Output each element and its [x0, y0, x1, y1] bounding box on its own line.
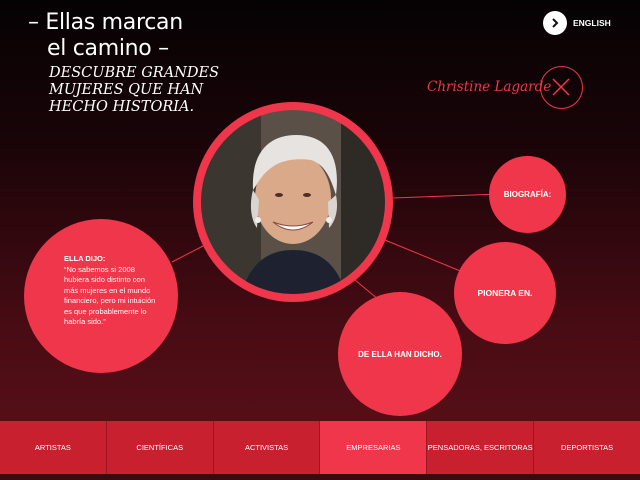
portrait-ring [193, 102, 393, 302]
pioneer-bubble[interactable]: PIONERA EN. [454, 242, 556, 344]
bottom-strip [0, 474, 640, 480]
category-nav: ARTISTAS CIENTÍFICAS ACTIVISTAS EMPRESAR… [0, 421, 640, 474]
biography-bubble[interactable]: BIOGRAFÍA: [489, 156, 566, 233]
nav-item-artistas[interactable]: ARTISTAS [0, 421, 107, 474]
quote-bubble: ELLA DIJO: “No sabemos si 2008 hubiera s… [24, 219, 178, 373]
nav-item-empresarias[interactable]: EMPRESARIAS [320, 421, 428, 474]
nav-item-pensadoras[interactable]: PENSADORAS, ESCRITORAS [427, 421, 535, 474]
nav-item-activistas[interactable]: ACTIVISTAS [213, 421, 321, 474]
nav-item-deportistas[interactable]: DEPORTISTAS [534, 421, 640, 474]
nav-item-cientificas[interactable]: CIENTÍFICAS [106, 421, 214, 474]
portrait-photo [201, 110, 385, 294]
said-about-bubble[interactable]: DE ELLA HAN DICHO. [338, 292, 462, 416]
quote-text: “No sabemos si 2008 hubiera sido distint… [64, 264, 156, 327]
quote-heading: ELLA DIJO: [64, 254, 106, 263]
